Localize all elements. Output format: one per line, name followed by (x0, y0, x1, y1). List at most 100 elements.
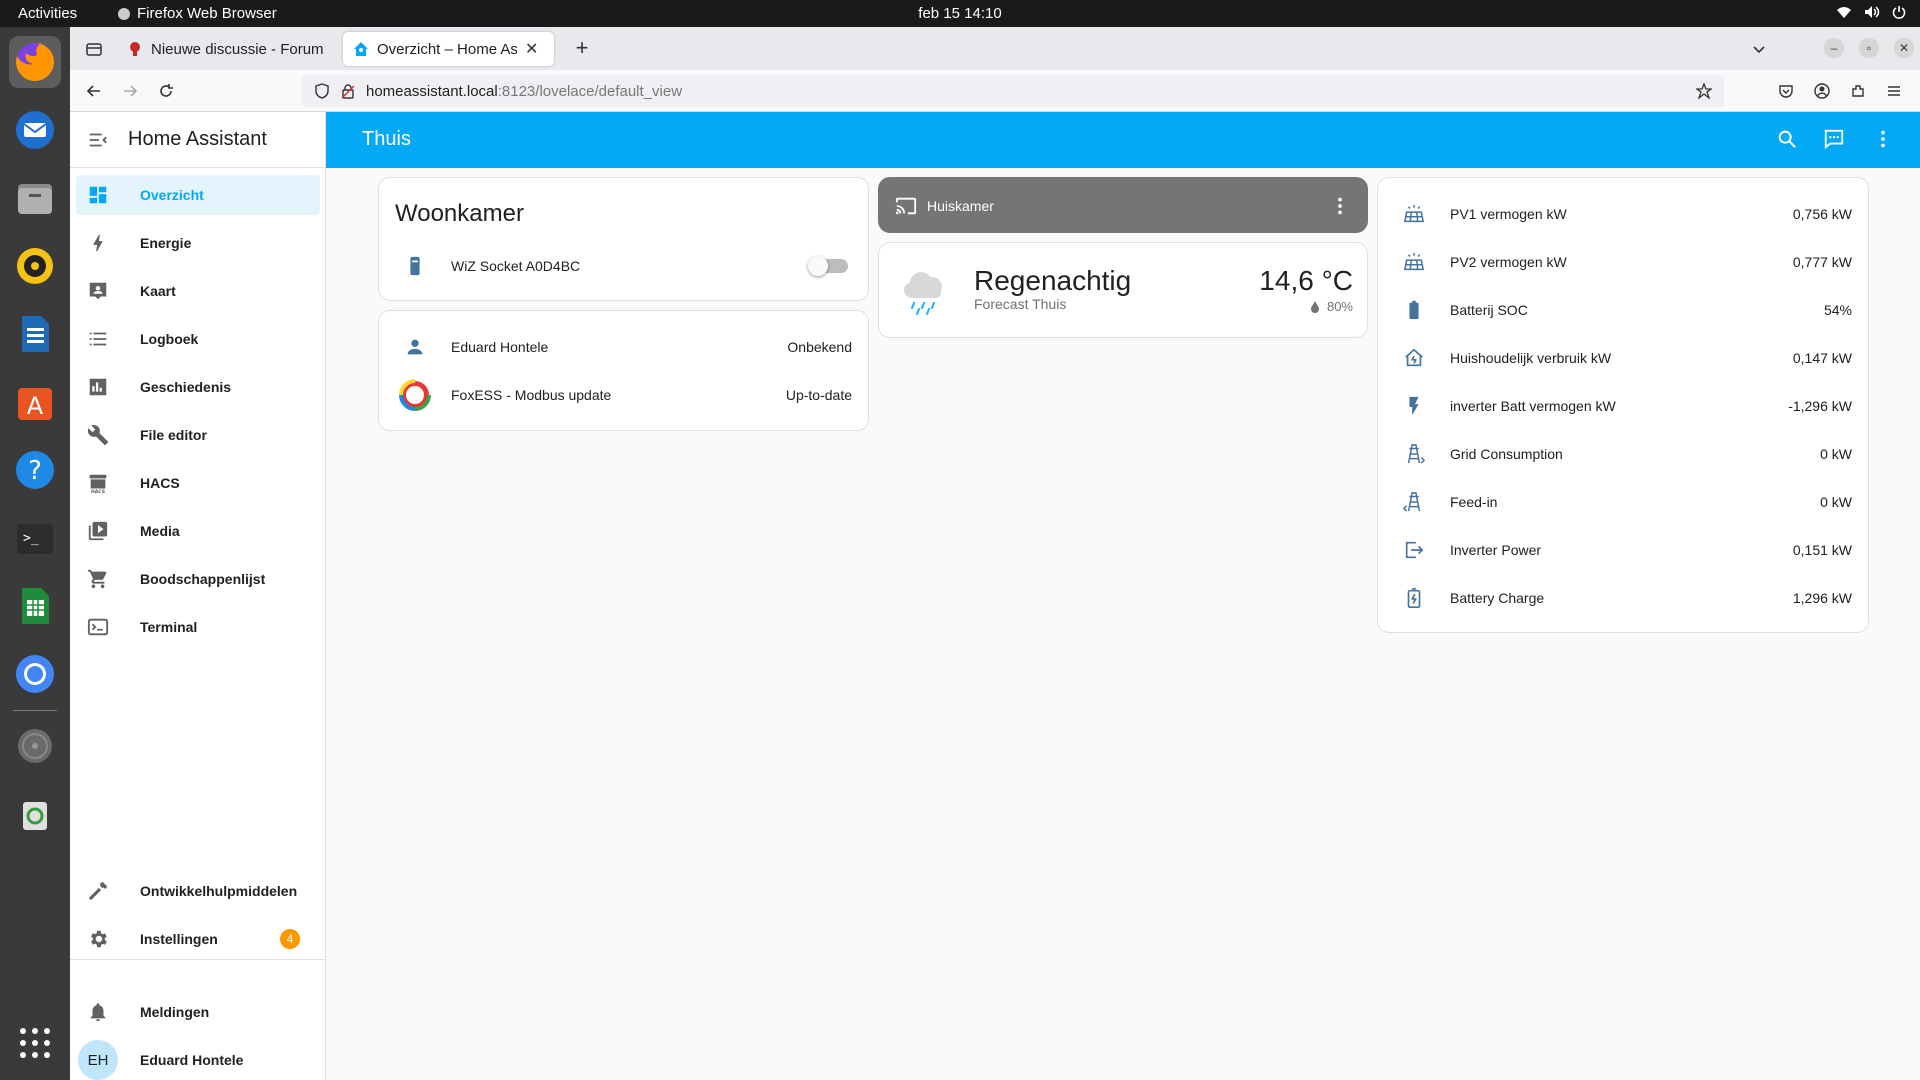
sidebar-item-label: File editor (140, 427, 207, 443)
dock-terminal-icon[interactable]: >_ (9, 512, 61, 564)
entity-row-update[interactable]: FoxESS - Modbus update Up-to-date (379, 375, 868, 415)
weather-temperature: 14,6 °C (1259, 265, 1353, 296)
dock-thunderbird-icon[interactable] (9, 104, 61, 156)
lock-insecure-icon[interactable] (340, 83, 356, 99)
entity-row-pv1[interactable]: PV1 vermogen kW 0,756 kW (1378, 194, 1868, 234)
shield-icon[interactable] (314, 83, 330, 99)
weather-forecast-card[interactable]: Regenachtig Forecast Thuis 14,6 °C 80% (878, 242, 1368, 338)
entity-row-household[interactable]: Huishoudelijk verbruik kW 0,147 kW (1378, 338, 1868, 378)
wrench-icon (76, 424, 120, 446)
forum-favicon-icon (130, 42, 140, 56)
dock-calc-icon[interactable] (9, 580, 61, 632)
weather-condition: Regenachtig (974, 265, 1132, 296)
list-all-tabs-icon[interactable] (1747, 37, 1771, 61)
clock[interactable]: feb 15 14:10 (0, 5, 1920, 22)
firefox-view-icon[interactable] (82, 37, 106, 61)
sidebar-item-boodschappenlijst[interactable]: Boodschappenlijst (76, 559, 320, 599)
dock-trash-icon[interactable] (9, 788, 61, 840)
entity-state: -1,296 kW (1788, 398, 1852, 414)
entity-row-feed-in[interactable]: Feed-in 0 kW (1378, 482, 1868, 522)
maximize-window-icon[interactable]: ▫ (1859, 38, 1879, 58)
sidebar-item-overzicht[interactable]: Overzicht (76, 175, 320, 215)
entity-state: 1,296 kW (1792, 590, 1852, 606)
entities-card-woonkamer: Woonkamer WiZ Socket A0D4BC (378, 177, 869, 301)
account-person-icon (395, 336, 435, 358)
assist-icon[interactable] (1823, 128, 1847, 152)
svg-text:?: ? (28, 456, 42, 486)
dock-rhythmbox-icon[interactable] (9, 240, 61, 292)
sidebar-item-file-editor[interactable]: File editor (76, 415, 320, 455)
transmission-tower-export-icon (1394, 491, 1434, 513)
sidebar-item-developer-tools[interactable]: Ontwikkelhulpmiddelen (76, 871, 320, 911)
entity-row-pv2[interactable]: PV2 vermogen kW 0,777 kW (1378, 242, 1868, 282)
media-control-card[interactable]: Huiskamer (878, 177, 1368, 233)
sidebar-title: Home Assistant (128, 128, 267, 150)
entity-row-person[interactable]: Eduard Hontele Onbekend (379, 327, 868, 367)
back-icon[interactable] (82, 79, 106, 103)
dock-firefox-icon[interactable] (9, 36, 61, 88)
sidebar-item-label: Terminal (140, 619, 198, 635)
svg-text:HACS: HACS (91, 489, 105, 494)
entity-state: Up-to-date (785, 387, 852, 403)
search-icon[interactable] (1776, 128, 1800, 152)
socket-toggle[interactable] (808, 256, 848, 276)
reload-icon[interactable] (154, 79, 178, 103)
gear-icon (76, 928, 120, 950)
dock-disc-icon[interactable] (9, 720, 61, 772)
entity-state: 54% (1823, 302, 1852, 318)
forward-icon[interactable] (118, 79, 142, 103)
entity-state: 0 kW (1820, 494, 1852, 510)
pocket-icon[interactable] (1774, 79, 1798, 103)
extensions-icon[interactable] (1846, 79, 1870, 103)
entity-state: 0,756 kW (1792, 206, 1852, 222)
view-title[interactable]: Thuis (362, 128, 411, 151)
sidebar-item-notifications[interactable]: Meldingen (76, 992, 320, 1032)
sidebar-item-label: Media (140, 523, 180, 539)
close-window-icon[interactable]: ✕ (1894, 38, 1914, 58)
tab-close-icon[interactable]: ✕ (525, 39, 538, 59)
entity-row-grid-consumption[interactable]: Grid Consumption 0 kW (1378, 434, 1868, 474)
entity-state: 0,151 kW (1792, 542, 1852, 558)
entity-name: Huishoudelijk verbruik kW (1450, 350, 1612, 366)
browser-tab-bar: Nieuwe discussie - Forum ✕ Overzicht – H… (70, 27, 1920, 70)
show-apps-icon[interactable] (9, 1017, 61, 1069)
sidebar-item-hacs[interactable]: HACS HACS (76, 463, 320, 503)
account-icon[interactable] (1810, 79, 1834, 103)
dock-chromium-icon[interactable] (9, 648, 61, 700)
avatar: EH (78, 1040, 118, 1080)
water-drop-icon (1310, 300, 1319, 313)
sidebar-item-profile[interactable]: EH Eduard Hontele (76, 1040, 320, 1080)
entity-row-inverter-batt[interactable]: inverter Batt vermogen kW -1,296 kW (1378, 386, 1868, 426)
media-more-icon[interactable] (1329, 195, 1351, 217)
sidebar-item-kaart[interactable]: Kaart (76, 271, 320, 311)
sidebar-item-label: Energie (140, 235, 192, 251)
dock-writer-icon[interactable] (9, 308, 61, 360)
dock-software-icon[interactable]: A (9, 376, 61, 428)
hamburger-menu-icon[interactable] (1882, 79, 1906, 103)
entity-name: PV1 vermogen kW (1450, 206, 1567, 222)
sidebar-item-geschiedenis[interactable]: Geschiedenis (76, 367, 320, 407)
tab-home-assistant[interactable]: Overzicht – Home Assistant ✕ (343, 32, 554, 66)
bookmark-star-icon[interactable] (1696, 83, 1712, 99)
new-tab-icon[interactable]: + (570, 35, 594, 60)
more-vertical-icon[interactable] (1872, 128, 1896, 152)
system-tray[interactable] (1836, 5, 1906, 19)
sidebar-item-logboek[interactable]: Logboek (76, 319, 320, 359)
sidebar-collapse-icon[interactable] (70, 129, 126, 151)
sidebar-item-media[interactable]: Media (76, 511, 320, 551)
dock-help-icon[interactable]: ? (9, 444, 61, 496)
home-assistant-favicon-icon (354, 42, 368, 56)
entity-row-socket[interactable]: WiZ Socket A0D4BC (379, 246, 868, 286)
entity-row-battery-soc[interactable]: Batterij SOC 54% (1378, 290, 1868, 330)
export-icon (1394, 539, 1434, 561)
sidebar-item-terminal[interactable]: Terminal (76, 607, 320, 647)
minimize-window-icon[interactable]: – (1824, 38, 1844, 58)
url-bar[interactable]: homeassistant.local:8123/lovelace/defaul… (302, 75, 1724, 107)
dock-files-icon[interactable] (9, 172, 61, 224)
sidebar-item-energie[interactable]: Energie (76, 223, 320, 263)
sidebar-item-settings[interactable]: Instellingen 4 (76, 919, 320, 959)
entity-row-inverter-power[interactable]: Inverter Power 0,151 kW (1378, 530, 1868, 570)
lightning-icon (76, 232, 120, 254)
entity-row-battery-charge[interactable]: Battery Charge 1,296 kW (1378, 578, 1868, 618)
entity-name: Grid Consumption (1450, 446, 1563, 462)
